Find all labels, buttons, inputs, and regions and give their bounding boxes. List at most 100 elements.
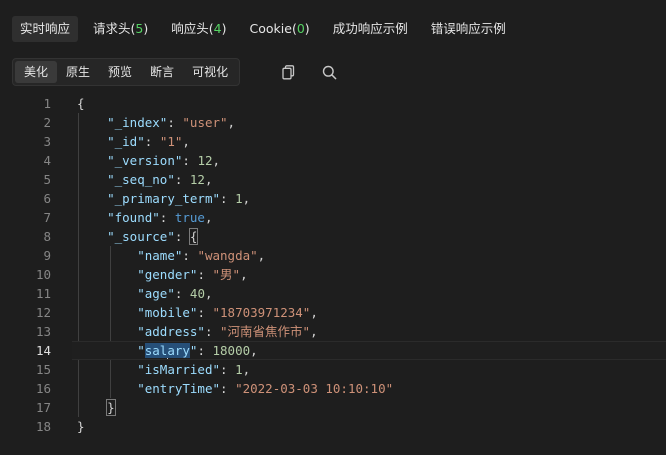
token: , <box>182 134 190 149</box>
json-editor[interactable]: 1{2 "_index": "user", 3 "_id": "1", 4 "_ve… <box>0 94 666 434</box>
token: , <box>240 267 248 282</box>
line-code: "gender": "男", <box>77 265 248 284</box>
token: "address" <box>137 324 205 339</box>
line-number: 11 <box>35 286 51 301</box>
line-number: 13 <box>35 324 51 339</box>
code-line: 18} <box>0 417 666 436</box>
code-line: 10 "gender": "男", <box>0 265 666 284</box>
line-number: 16 <box>35 381 51 396</box>
line-number: 1 <box>43 96 51 111</box>
line-code: } <box>77 398 116 417</box>
line-number: 4 <box>43 153 51 168</box>
tab-3[interactable]: Cookie(0) <box>242 16 318 42</box>
tab-label: 响应头 <box>171 21 209 36</box>
code-line: 9 "name": "wangda", <box>0 246 666 265</box>
line-code: "_index": "user", <box>77 113 235 132</box>
tab-0[interactable]: 实时响应 <box>12 16 79 42</box>
code-line: 11 "age": 40, <box>0 284 666 303</box>
tab-count-badge: 0 <box>296 21 305 36</box>
token: "isMarried" <box>137 362 221 377</box>
view-toolbar: 美化 原生 预览 断言 可视化 <box>12 58 241 86</box>
view-mode-1[interactable]: 原生 <box>57 61 99 83</box>
tab-label: Cookie <box>249 21 292 36</box>
line-number: 15 <box>35 362 51 377</box>
line-code: "age": 40, <box>77 284 213 303</box>
line-code: "_id": "1", <box>77 132 190 151</box>
token: "found" <box>107 210 160 225</box>
line-code: } <box>77 417 85 436</box>
token: , <box>242 362 251 377</box>
view-mode-3[interactable]: 断言 <box>141 61 183 83</box>
tab-label: 实时响应 <box>20 21 71 36</box>
line-number: 12 <box>35 305 51 320</box>
token: "男" <box>212 267 241 282</box>
view-mode-2[interactable]: 预览 <box>99 61 141 83</box>
line-code: { <box>77 94 85 113</box>
code-line: 8 "_source": { <box>0 227 666 246</box>
code-line: 1{ <box>0 94 666 113</box>
view-mode-segmented: 美化 原生 预览 断言 可视化 <box>12 58 241 86</box>
line-code: "name": "wangda", <box>77 246 265 265</box>
token: , <box>204 286 213 301</box>
line-number: 3 <box>43 134 51 149</box>
line-number: 9 <box>43 248 51 263</box>
line-number: 7 <box>43 210 51 225</box>
code-line: 16 "entryTime": "2022-03-03 10:10:10" <box>0 379 666 398</box>
token: , <box>204 172 213 187</box>
token: 40 <box>189 286 205 301</box>
token: "1" <box>159 134 183 149</box>
tab-count-badge: 5 <box>135 21 144 36</box>
token: "gender" <box>137 267 198 282</box>
line-code: "_source": { <box>77 227 199 246</box>
token: } <box>106 399 116 416</box>
tab-2[interactable]: 响应头(4) <box>163 16 234 42</box>
line-code: "isMarried": 1, <box>77 360 250 379</box>
tab-1[interactable]: 请求头(5) <box>85 16 156 42</box>
token: "河南省焦作市" <box>220 324 311 339</box>
tab-label: 错误响应示例 <box>430 21 506 36</box>
code-line: 15 "isMarried": 1, <box>0 360 666 379</box>
token: : <box>174 172 190 187</box>
copy-icon[interactable] <box>279 62 299 82</box>
token: : <box>167 115 183 130</box>
line-number: 2 <box>43 115 51 130</box>
code-line: 6 "_primary_term": 1, <box>0 189 666 208</box>
token: sal <box>144 343 168 358</box>
token: 1 <box>235 362 243 377</box>
token: 18000 <box>212 343 251 358</box>
code-line: 14 "salary": 18000, <box>0 341 666 360</box>
line-number: 10 <box>35 267 51 282</box>
line-code: "_primary_term": 1, <box>77 189 250 208</box>
token: : <box>182 248 198 263</box>
token: , <box>227 115 236 130</box>
token: " <box>137 343 145 358</box>
code-line: 5 "_seq_no": 12, <box>0 170 666 189</box>
token: "name" <box>137 248 183 263</box>
view-mode-4[interactable]: 可视化 <box>183 61 237 83</box>
token: "age" <box>137 286 175 301</box>
token: { <box>77 96 85 111</box>
line-number: 17 <box>35 400 51 415</box>
token: , <box>242 191 251 206</box>
token: : <box>197 343 213 358</box>
token: "_primary_term" <box>107 191 220 206</box>
line-code: "found": true, <box>77 208 212 227</box>
token: : <box>197 305 213 320</box>
code-line: 3 "_id": "1", <box>0 132 666 151</box>
code-line: 13 "address": "河南省焦作市", <box>0 322 666 341</box>
token: "_seq_no" <box>107 172 175 187</box>
line-number: 14 <box>35 343 51 358</box>
tab-5[interactable]: 错误响应示例 <box>423 16 514 42</box>
tab-4[interactable]: 成功响应示例 <box>325 16 416 42</box>
token: ary <box>167 343 190 358</box>
search-icon[interactable] <box>319 62 339 82</box>
token: } <box>77 419 85 434</box>
line-number: 18 <box>35 419 51 434</box>
token: : <box>220 191 236 206</box>
token: : <box>220 381 236 396</box>
view-mode-0[interactable]: 美化 <box>15 61 58 83</box>
response-tabs: 实时响应 请求头(5) 响应头(4) Cookie(0) 成功响应示例 错误响应示例 <box>12 16 521 42</box>
tab-label: 请求头 <box>93 21 131 36</box>
token: , <box>257 248 266 263</box>
line-code: "entryTime": "2022-03-03 10:10:10" <box>77 379 393 398</box>
